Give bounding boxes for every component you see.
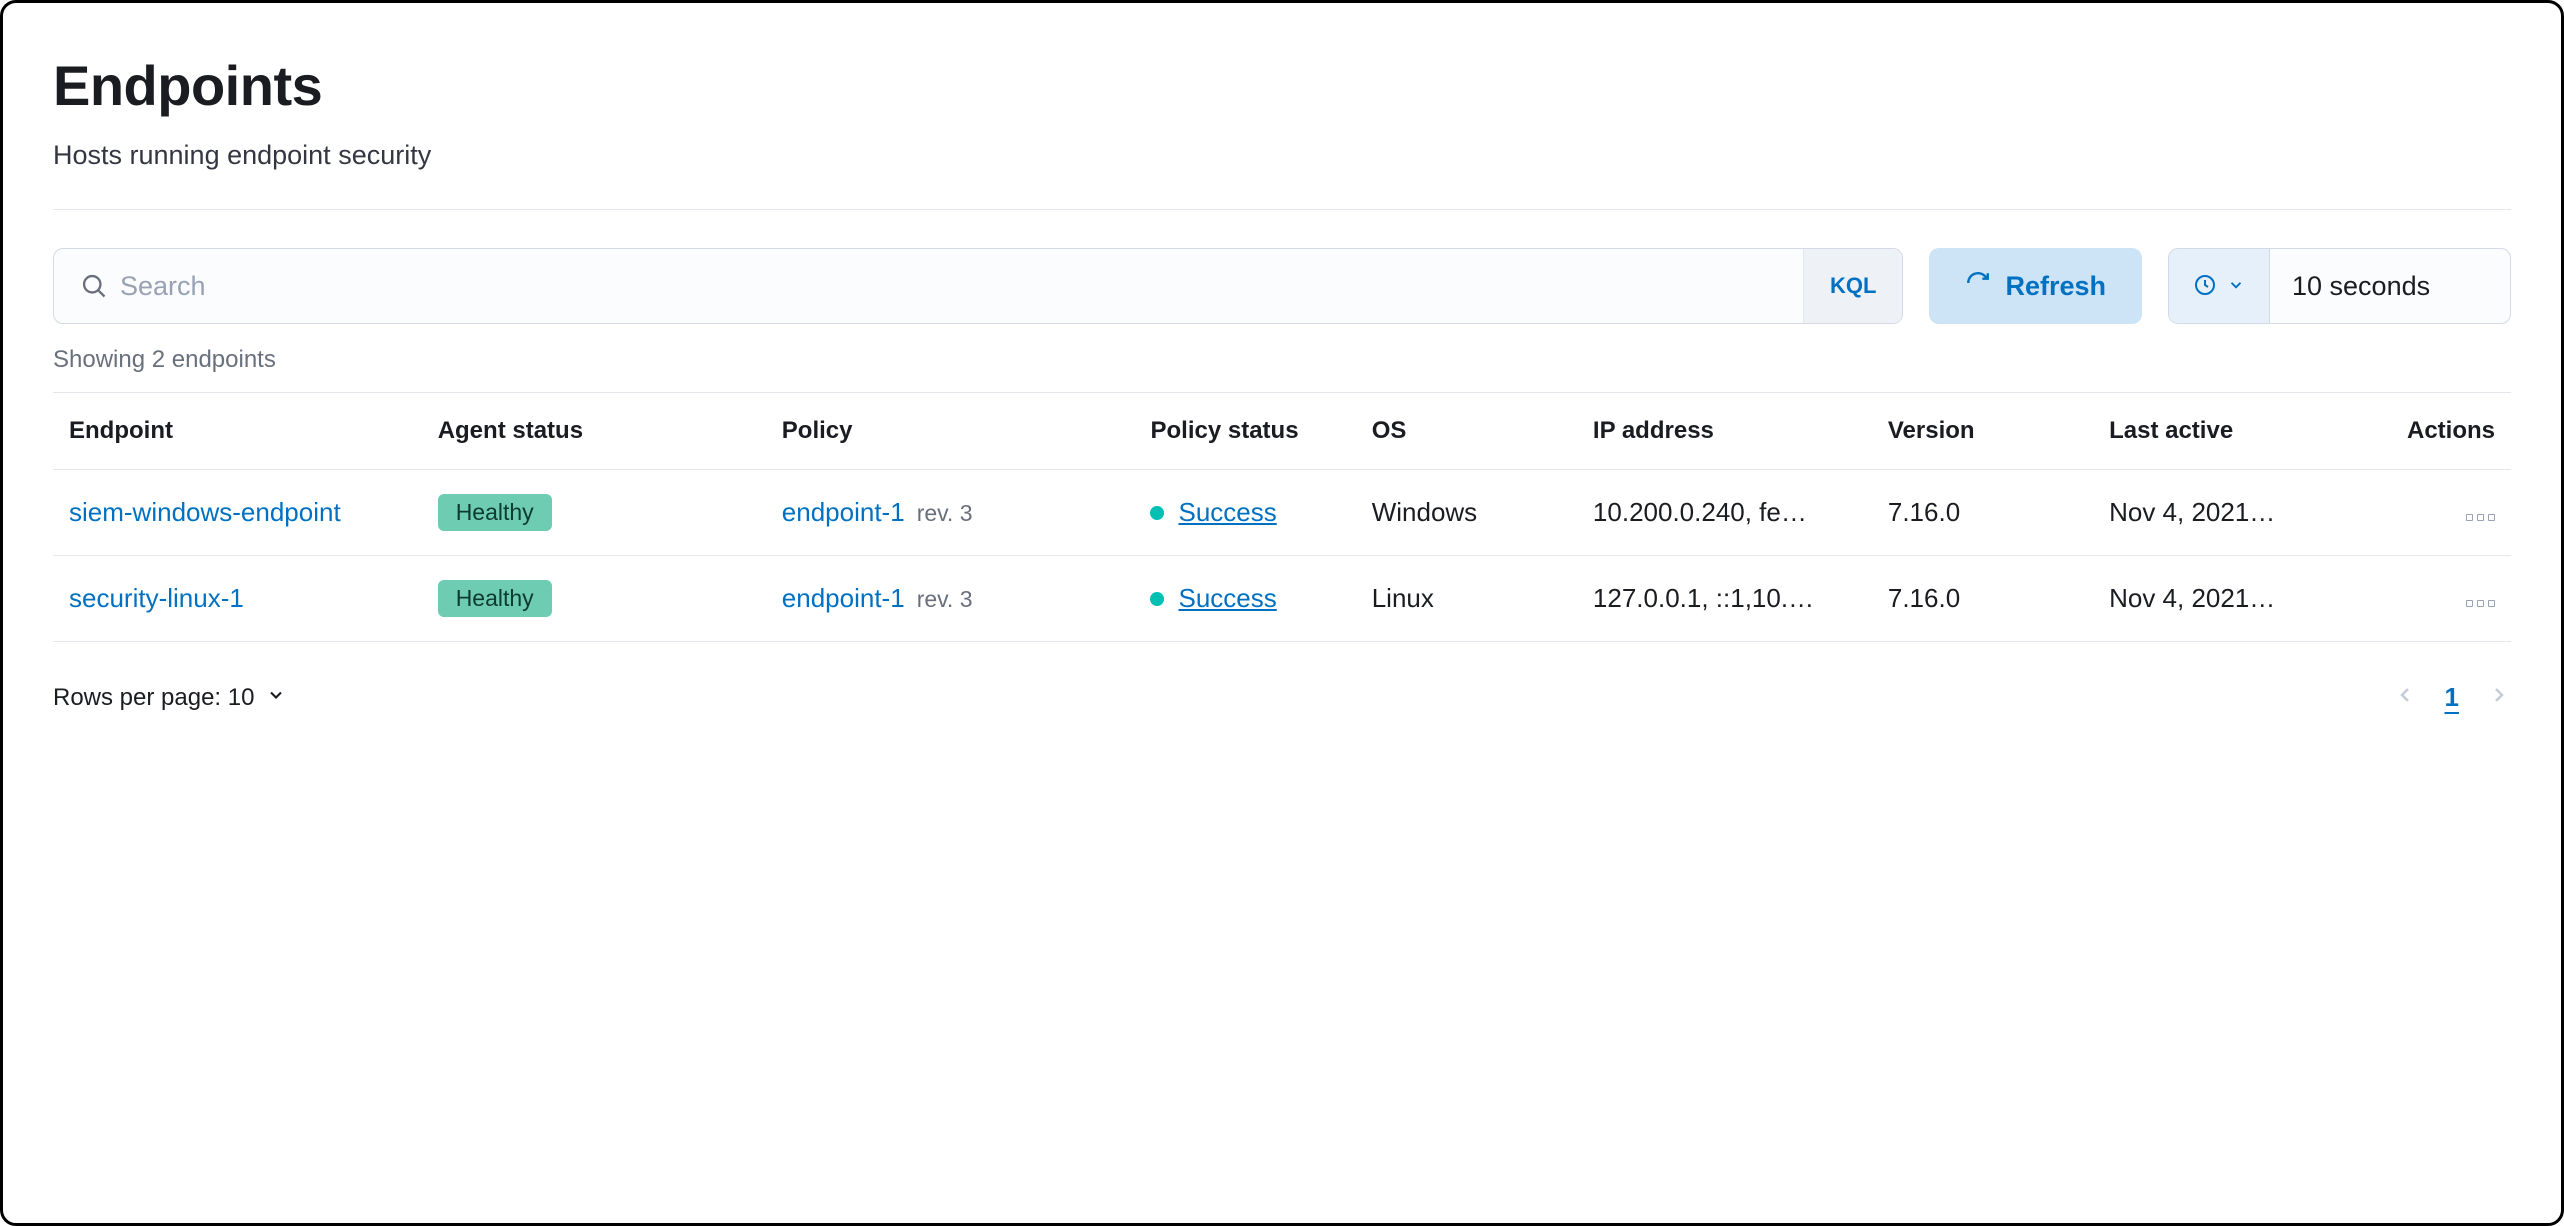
row-actions-button[interactable] (2466, 600, 2495, 607)
refresh-icon (1965, 270, 1991, 303)
cell-last-active: Nov 4, 2021… (2093, 470, 2388, 556)
cell-version: 7.16.0 (1872, 470, 2093, 556)
refresh-interval-text: 10 seconds (2270, 249, 2510, 323)
refresh-interval: 10 seconds (2168, 248, 2511, 324)
policy-link[interactable]: endpoint-1 (782, 583, 905, 614)
policy-revision: rev. 3 (917, 500, 973, 527)
col-header-policy[interactable]: Policy (766, 393, 1135, 470)
clock-icon (2193, 273, 2217, 300)
cell-endpoint: security-linux-1 (53, 556, 422, 642)
search-icon (80, 272, 108, 300)
header-divider (53, 209, 2511, 210)
policy-status-link[interactable]: Success (1178, 497, 1276, 528)
table-row: siem-windows-endpoint Healthy endpoint-1… (53, 470, 2511, 556)
cell-policy-status: Success (1134, 470, 1355, 556)
showing-count: Showing 2 endpoints (53, 346, 2511, 374)
cell-version: 7.16.0 (1872, 556, 2093, 642)
col-header-actions: Actions (2388, 393, 2511, 470)
col-header-endpoint[interactable]: Endpoint (53, 393, 422, 470)
cell-actions (2388, 470, 2511, 556)
status-dot-icon (1150, 506, 1164, 520)
cell-policy: endpoint-1 rev. 3 (766, 556, 1135, 642)
cell-endpoint: siem-windows-endpoint (53, 470, 422, 556)
pagination: 1 (2393, 682, 2511, 713)
endpoint-link[interactable]: siem-windows-endpoint (69, 497, 341, 527)
kql-badge[interactable]: KQL (1803, 249, 1902, 323)
chevron-down-icon (266, 684, 286, 712)
col-header-version[interactable]: Version (1872, 393, 2093, 470)
table-row: security-linux-1 Healthy endpoint-1 rev. … (53, 556, 2511, 642)
search-input[interactable] (120, 249, 1803, 323)
table-header-row: Endpoint Agent status Policy Policy stat… (53, 393, 2511, 470)
status-badge: Healthy (438, 580, 552, 617)
page-next-button[interactable] (2487, 683, 2511, 712)
cell-os: Windows (1356, 470, 1577, 556)
col-header-ip[interactable]: IP address (1577, 393, 1872, 470)
page-subtitle: Hosts running endpoint security (53, 140, 2511, 171)
col-header-last-active[interactable]: Last active (2093, 393, 2388, 470)
cell-policy: endpoint-1 rev. 3 (766, 470, 1135, 556)
policy-status-link[interactable]: Success (1178, 583, 1276, 614)
cell-ip: 127.0.0.1, ::1,10.… (1577, 556, 1872, 642)
page-title: Endpoints (53, 53, 2511, 118)
refresh-interval-button[interactable] (2169, 249, 2270, 323)
endpoints-table: Endpoint Agent status Policy Policy stat… (53, 392, 2511, 642)
cell-agent-status: Healthy (422, 470, 766, 556)
chevron-down-icon (2227, 276, 2245, 297)
cell-ip: 10.200.0.240, fe… (1577, 470, 1872, 556)
refresh-label: Refresh (2005, 271, 2106, 302)
search-field-wrap: KQL (53, 248, 1903, 324)
page-prev-button[interactable] (2393, 683, 2417, 712)
toolbar: KQL Refresh 10 seconds (53, 248, 2511, 324)
status-dot-icon (1150, 592, 1164, 606)
cell-actions (2388, 556, 2511, 642)
col-header-os[interactable]: OS (1356, 393, 1577, 470)
policy-link[interactable]: endpoint-1 (782, 497, 905, 528)
endpoint-link[interactable]: security-linux-1 (69, 583, 244, 613)
cell-policy-status: Success (1134, 556, 1355, 642)
cell-agent-status: Healthy (422, 556, 766, 642)
col-header-agent-status[interactable]: Agent status (422, 393, 766, 470)
rows-per-page-label: Rows per page: 10 (53, 684, 254, 712)
cell-last-active: Nov 4, 2021… (2093, 556, 2388, 642)
status-badge: Healthy (438, 494, 552, 531)
col-header-policy-status[interactable]: Policy status (1134, 393, 1355, 470)
table-footer: Rows per page: 10 1 (53, 682, 2511, 713)
page-number[interactable]: 1 (2445, 682, 2459, 713)
refresh-button[interactable]: Refresh (1929, 248, 2142, 324)
policy-revision: rev. 3 (917, 586, 973, 613)
cell-os: Linux (1356, 556, 1577, 642)
row-actions-button[interactable] (2466, 514, 2495, 521)
rows-per-page-button[interactable]: Rows per page: 10 (53, 684, 286, 712)
